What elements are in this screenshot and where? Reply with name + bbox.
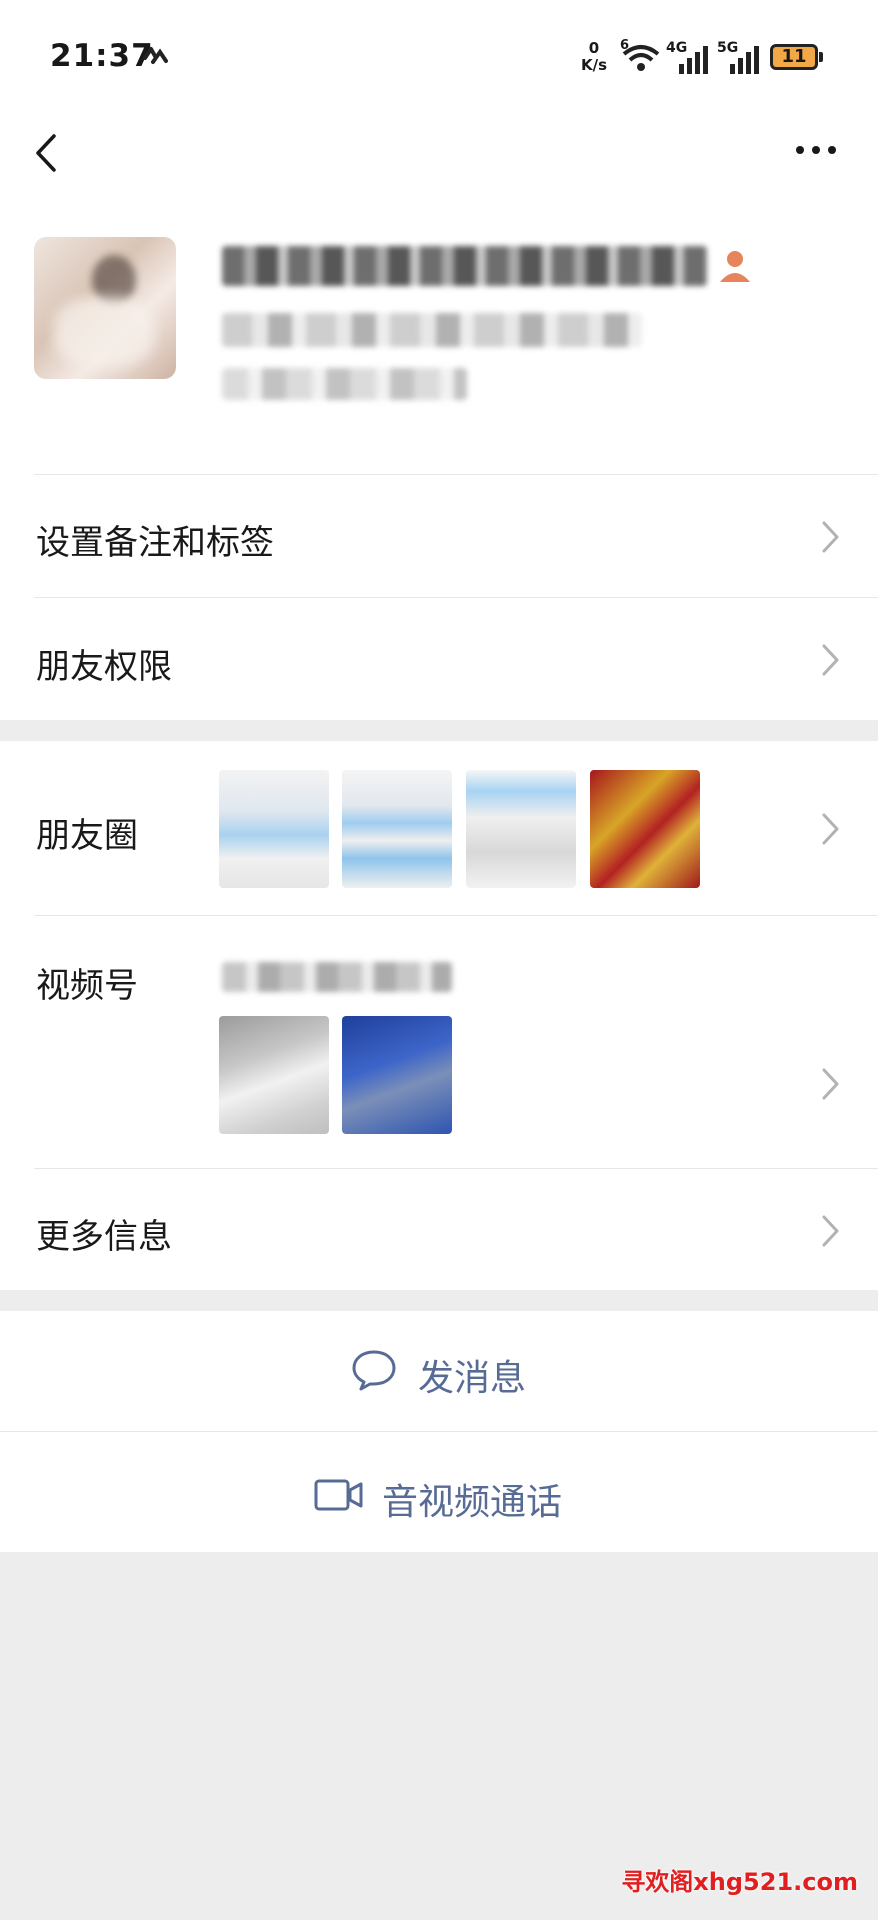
status-time: 21:37 <box>50 38 154 74</box>
notification-icon <box>143 47 168 64</box>
chevron-right-icon <box>822 1068 839 1100</box>
chevron-right-icon <box>822 521 839 553</box>
battery-icon: 11 <box>770 44 818 70</box>
battery-tip <box>819 52 823 62</box>
moments-thumbnail <box>219 770 329 888</box>
remark-tags-label: 设置备注和标签 <box>36 523 274 563</box>
moments-label: 朋友圈 <box>36 816 138 856</box>
friend-permissions-label: 朋友权限 <box>36 647 172 687</box>
send-message-label: 发消息 <box>418 1358 527 1399</box>
redacted-wechat-id <box>222 313 642 347</box>
redacted-nickname <box>222 246 707 286</box>
avatar[interactable] <box>34 237 176 379</box>
channel-video-thumbnail <box>219 1016 329 1134</box>
channels-label: 视频号 <box>36 966 138 1006</box>
channel-video-thumbnail <box>342 1016 452 1134</box>
signal-icon-sim1 <box>679 46 708 74</box>
net-speed-unit: K/s <box>580 56 608 74</box>
chevron-right-icon <box>822 813 839 845</box>
net-speed-value: 0 <box>588 39 600 57</box>
chevron-left-icon[interactable] <box>26 128 66 178</box>
more-dots-icon[interactable] <box>792 138 840 162</box>
video-camera-icon <box>314 1479 363 1511</box>
wifi-label: 6 <box>620 38 630 53</box>
more-info-label: 更多信息 <box>36 1217 172 1257</box>
user-badge-icon <box>720 251 750 282</box>
moments-thumbnail <box>590 770 700 888</box>
net-speed: 0 K/s <box>576 40 612 74</box>
chevron-right-icon <box>822 1215 839 1247</box>
redacted-channel-name <box>222 962 452 992</box>
watermark: 寻欢阁xhg521.com <box>621 1868 858 1896</box>
audio-video-call-label: 音视频通话 <box>382 1482 563 1523</box>
moments-thumbnail <box>466 770 576 888</box>
redacted-region <box>222 368 467 400</box>
signal-icon-sim2 <box>730 46 759 74</box>
chat-bubble-icon <box>352 1350 396 1391</box>
moments-thumbnail <box>342 770 452 888</box>
chevron-right-icon <box>822 644 839 676</box>
